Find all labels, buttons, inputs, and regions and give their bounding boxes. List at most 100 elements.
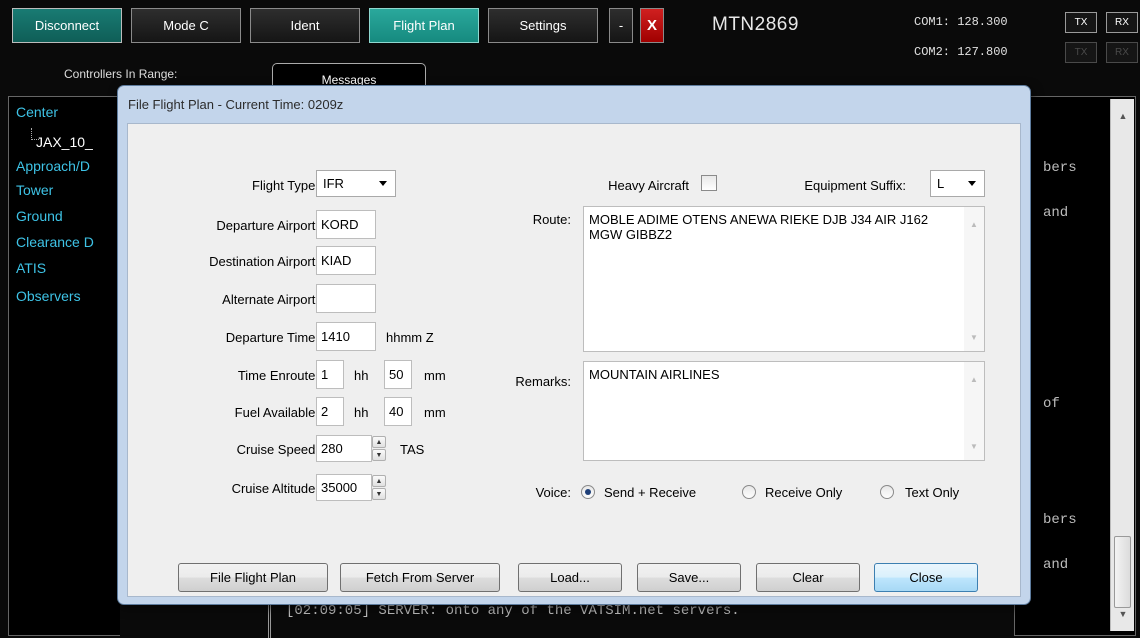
alternate-airport-label: Alternate Airport: bbox=[222, 292, 319, 307]
spin-up-icon[interactable]: ▲ bbox=[372, 436, 386, 448]
tree-item-center[interactable]: Center bbox=[16, 104, 58, 120]
load-button[interactable]: Load... bbox=[518, 563, 622, 592]
scroll-thumb[interactable] bbox=[1114, 536, 1131, 608]
voice-send-receive-radio[interactable] bbox=[581, 485, 595, 499]
remarks-scrollbar[interactable]: ▲ ▼ bbox=[964, 362, 984, 460]
controllers-in-range-label: Controllers In Range: bbox=[64, 67, 178, 81]
flight-plan-button[interactable]: Flight Plan bbox=[369, 8, 479, 43]
time-enroute-hours-field[interactable]: 1 bbox=[316, 360, 344, 389]
remarks-value: MOUNTAIN AIRLINES bbox=[589, 367, 720, 382]
settings-button[interactable]: Settings bbox=[488, 8, 598, 43]
tree-item-observers[interactable]: Observers bbox=[16, 288, 81, 304]
message-fragment: bers bbox=[1043, 160, 1077, 176]
mode-c-button[interactable]: Mode C bbox=[131, 8, 241, 43]
tree-item-tower[interactable]: Tower bbox=[16, 182, 53, 198]
route-value: MOBLE ADIME OTENS ANEWA RIEKE DJB J34 AI… bbox=[589, 212, 929, 242]
departure-airport-label: Departure Airport: bbox=[216, 218, 319, 233]
com2-frequency: COM2: 127.800 bbox=[914, 45, 1008, 59]
dialog-title: File Flight Plan - Current Time: 0209z bbox=[128, 97, 344, 112]
chevron-down-icon bbox=[968, 181, 976, 186]
file-flight-plan-dialog: File Flight Plan - Current Time: 0209z F… bbox=[117, 85, 1031, 605]
equipment-suffix-label: Equipment Suffix: bbox=[804, 178, 906, 193]
voice-label: Voice: bbox=[535, 485, 571, 500]
cruise-speed-field[interactable]: 280 bbox=[316, 435, 372, 462]
scroll-up-icon[interactable]: ▲ bbox=[964, 217, 984, 232]
fuel-minutes-field[interactable]: 40 bbox=[384, 397, 412, 426]
hours-unit: hh bbox=[354, 405, 369, 420]
com1-tx-toggle[interactable]: TX bbox=[1065, 12, 1097, 33]
fuel-available-label: Fuel Available: bbox=[234, 405, 319, 420]
departure-time-label: Departure Time: bbox=[225, 330, 319, 345]
file-flight-plan-button[interactable]: File Flight Plan bbox=[178, 563, 328, 592]
voice-text-only-radio[interactable] bbox=[880, 485, 894, 499]
ident-button[interactable]: Ident bbox=[250, 8, 360, 43]
tree-item-ground[interactable]: Ground bbox=[16, 208, 63, 224]
message-fragment: and bbox=[1043, 557, 1069, 573]
scroll-down-icon[interactable]: ▼ bbox=[964, 330, 984, 345]
remarks-label: Remarks: bbox=[515, 374, 571, 389]
chevron-down-icon bbox=[379, 181, 387, 186]
dialog-body: Flight Type: IFR Departure Airport: KORD… bbox=[127, 123, 1021, 597]
flight-type-label: Flight Type: bbox=[252, 178, 319, 193]
minutes-unit: mm bbox=[424, 368, 446, 383]
voice-receive-only-label: Receive Only bbox=[765, 485, 843, 500]
voice-text-only-label: Text Only bbox=[905, 485, 960, 500]
disconnect-button[interactable]: Disconnect bbox=[12, 8, 122, 43]
cruise-altitude-spinner[interactable]: ▲ ▼ bbox=[372, 475, 388, 502]
com2-tx-toggle[interactable]: TX bbox=[1065, 42, 1097, 63]
tree-item-center-child[interactable]: JAX_10_ bbox=[36, 134, 93, 150]
save-button[interactable]: Save... bbox=[637, 563, 741, 592]
spin-down-icon[interactable]: ▼ bbox=[372, 488, 386, 500]
heavy-aircraft-checkbox[interactable] bbox=[701, 175, 717, 191]
message-fragment: bers bbox=[1043, 512, 1077, 528]
com2-rx-toggle[interactable]: RX bbox=[1106, 42, 1138, 63]
heavy-aircraft-label: Heavy Aircraft bbox=[608, 178, 689, 193]
controllers-tree bbox=[8, 96, 120, 636]
time-enroute-minutes-field[interactable]: 50 bbox=[384, 360, 412, 389]
departure-time-field[interactable]: 1410 bbox=[316, 322, 376, 351]
cruise-speed-label: Cruise Speed: bbox=[236, 442, 319, 457]
fuel-hours-field[interactable]: 2 bbox=[316, 397, 344, 426]
departure-airport-field[interactable]: KORD bbox=[316, 210, 376, 239]
voice-receive-only-radio[interactable] bbox=[742, 485, 756, 499]
route-textarea[interactable]: MOBLE ADIME OTENS ANEWA RIEKE DJB J34 AI… bbox=[583, 206, 985, 352]
server-message: [02:09:05] SERVER: onto any of the VATSI… bbox=[286, 603, 740, 619]
equipment-suffix-value: L bbox=[937, 176, 945, 191]
alternate-airport-field[interactable] bbox=[316, 284, 376, 313]
departure-time-unit: hhmm Z bbox=[386, 330, 434, 345]
scroll-down-icon[interactable]: ▼ bbox=[964, 439, 984, 454]
cruise-speed-spinner[interactable]: ▲ ▼ bbox=[372, 436, 388, 463]
message-fragment: and bbox=[1043, 205, 1069, 221]
message-fragment: of bbox=[1043, 396, 1060, 412]
clear-button[interactable]: Clear bbox=[756, 563, 860, 592]
com1-rx-toggle[interactable]: RX bbox=[1106, 12, 1138, 33]
tree-item-atis[interactable]: ATIS bbox=[16, 260, 46, 276]
spin-up-icon[interactable]: ▲ bbox=[372, 475, 386, 487]
tree-item-clearance[interactable]: Clearance D bbox=[16, 234, 94, 250]
equipment-suffix-select[interactable]: L bbox=[930, 170, 985, 197]
flight-type-select[interactable]: IFR bbox=[316, 170, 396, 197]
close-app-button[interactable]: X bbox=[640, 8, 664, 43]
route-scrollbar[interactable]: ▲ ▼ bbox=[964, 207, 984, 351]
destination-airport-field[interactable]: KIAD bbox=[316, 246, 376, 275]
cruise-speed-unit: TAS bbox=[400, 442, 425, 457]
scroll-up-icon[interactable]: ▲ bbox=[1111, 107, 1135, 125]
cruise-altitude-label: Cruise Altitude: bbox=[231, 481, 319, 496]
remarks-textarea[interactable]: MOUNTAIN AIRLINES ▲ ▼ bbox=[583, 361, 985, 461]
spin-down-icon[interactable]: ▼ bbox=[372, 449, 386, 461]
close-button[interactable]: Close bbox=[874, 563, 978, 592]
messages-scrollbar[interactable]: ▲ ▼ bbox=[1110, 99, 1134, 631]
fetch-from-server-button[interactable]: Fetch From Server bbox=[340, 563, 500, 592]
scroll-down-icon[interactable]: ▼ bbox=[1111, 605, 1135, 623]
scroll-up-icon[interactable]: ▲ bbox=[964, 372, 984, 387]
minutes-unit: mm bbox=[424, 405, 446, 420]
minimize-button[interactable]: - bbox=[609, 8, 633, 43]
tree-item-approach[interactable]: Approach/D bbox=[16, 158, 90, 174]
route-label: Route: bbox=[532, 212, 571, 227]
com1-frequency: COM1: 128.300 bbox=[914, 15, 1008, 29]
destination-airport-label: Destination Airport: bbox=[209, 254, 319, 269]
cruise-altitude-field[interactable]: 35000 bbox=[316, 474, 372, 501]
voice-send-receive-label: Send + Receive bbox=[604, 485, 697, 500]
hours-unit: hh bbox=[354, 368, 369, 383]
flight-type-value: IFR bbox=[323, 176, 344, 191]
